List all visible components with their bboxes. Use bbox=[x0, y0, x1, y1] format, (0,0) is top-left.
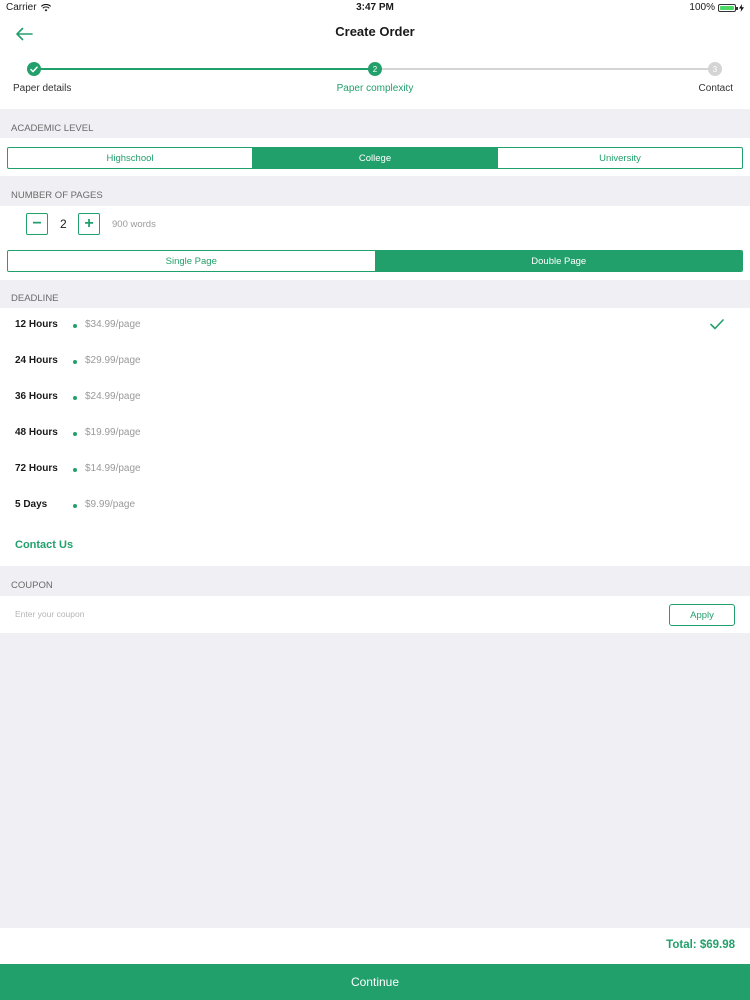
deadline-label: 36 Hours bbox=[15, 391, 58, 402]
academic-level-section: Highschool College University bbox=[0, 138, 750, 176]
coupon-section: Apply bbox=[0, 596, 750, 633]
bullet-icon bbox=[73, 396, 77, 400]
deadline-label: 48 Hours bbox=[15, 427, 58, 438]
deadline-option-24-hours[interactable]: 24 Hours $29.99/page bbox=[0, 344, 750, 380]
bullet-icon bbox=[73, 360, 77, 364]
total-bar: Total: $69.98 bbox=[0, 928, 750, 964]
deadline-price: $19.99/page bbox=[85, 427, 141, 438]
deadline-price: $29.99/page bbox=[85, 355, 141, 366]
deadline-option-36-hours[interactable]: 36 Hours $24.99/page bbox=[0, 380, 750, 416]
step-label-contact: Contact bbox=[698, 83, 733, 94]
word-count: 900 words bbox=[112, 219, 156, 230]
deadline-price: $34.99/page bbox=[85, 319, 141, 330]
spacing-single-page[interactable]: Single Page bbox=[8, 251, 376, 271]
checkmark-icon bbox=[30, 65, 38, 72]
bullet-icon bbox=[73, 468, 77, 472]
step-1-done-icon[interactable] bbox=[27, 62, 41, 76]
step-connector-pending bbox=[375, 68, 715, 70]
deadline-header: DEADLINE bbox=[11, 293, 59, 304]
deadline-label: 24 Hours bbox=[15, 355, 58, 366]
plus-icon: + bbox=[84, 215, 94, 232]
contact-us-link[interactable]: Contact Us bbox=[15, 539, 73, 551]
deadline-price: $9.99/page bbox=[85, 499, 136, 510]
number-of-pages-section: − 2 + 900 words Single Page Double Page bbox=[0, 206, 750, 280]
battery-fill bbox=[720, 5, 734, 10]
selected-checkmark-icon bbox=[710, 319, 724, 330]
number-of-pages-header: NUMBER OF PAGES bbox=[11, 190, 103, 201]
decrease-pages-button[interactable]: − bbox=[26, 213, 48, 235]
step-2-indicator[interactable]: 2 bbox=[368, 62, 382, 76]
deadline-label: 5 Days bbox=[15, 499, 48, 510]
spacing-double-page[interactable]: Double Page bbox=[375, 251, 742, 271]
spacing-selector: Single Page Double Page bbox=[7, 250, 743, 272]
charging-icon bbox=[739, 3, 744, 12]
status-bar: Carrier 3:47 PM 100% bbox=[0, 0, 750, 16]
increase-pages-button[interactable]: + bbox=[78, 213, 100, 235]
page-count-value: 2 bbox=[60, 217, 67, 231]
continue-button[interactable]: Continue bbox=[0, 964, 750, 1000]
order-total: Total: $69.98 bbox=[666, 939, 735, 951]
minus-icon: − bbox=[32, 215, 42, 232]
academic-level-header: ACADEMIC LEVEL bbox=[11, 123, 94, 134]
academic-level-highschool[interactable]: Highschool bbox=[8, 148, 253, 168]
deadline-price: $24.99/page bbox=[85, 391, 141, 402]
clock: 3:47 PM bbox=[356, 2, 394, 13]
step-label-paper-complexity: Paper complexity bbox=[336, 83, 414, 94]
bullet-icon bbox=[73, 432, 77, 436]
coupon-header: COUPON bbox=[11, 580, 53, 591]
bullet-icon bbox=[73, 324, 77, 328]
deadline-price: $14.99/page bbox=[85, 463, 141, 474]
step-3-indicator[interactable]: 3 bbox=[708, 62, 722, 76]
academic-level-college[interactable]: College bbox=[253, 148, 498, 168]
academic-level-university[interactable]: University bbox=[498, 148, 742, 168]
deadline-label: 12 Hours bbox=[15, 319, 58, 330]
page-title: Create Order bbox=[335, 24, 415, 39]
deadline-option-72-hours[interactable]: 72 Hours $14.99/page bbox=[0, 452, 750, 488]
bullet-icon bbox=[73, 504, 77, 508]
deadline-option-5-days[interactable]: 5 Days $9.99/page bbox=[0, 488, 750, 524]
deadline-label: 72 Hours bbox=[15, 463, 58, 474]
battery-percent: 100% bbox=[689, 2, 715, 13]
progress-stepper: 2 3 Paper details Paper complexity Conta… bbox=[0, 52, 750, 109]
deadline-option-48-hours[interactable]: 48 Hours $19.99/page bbox=[0, 416, 750, 452]
navigation-bar: Create Order bbox=[0, 16, 750, 52]
coupon-input[interactable] bbox=[15, 602, 635, 626]
academic-level-selector: Highschool College University bbox=[7, 147, 743, 169]
deadline-section: 12 Hours $34.99/page 24 Hours $29.99/pag… bbox=[0, 308, 750, 566]
step-connector-complete bbox=[34, 68, 375, 70]
battery-icon bbox=[718, 3, 738, 12]
deadline-option-12-hours[interactable]: 12 Hours $34.99/page bbox=[0, 308, 750, 344]
apply-coupon-button[interactable]: Apply bbox=[669, 604, 735, 626]
